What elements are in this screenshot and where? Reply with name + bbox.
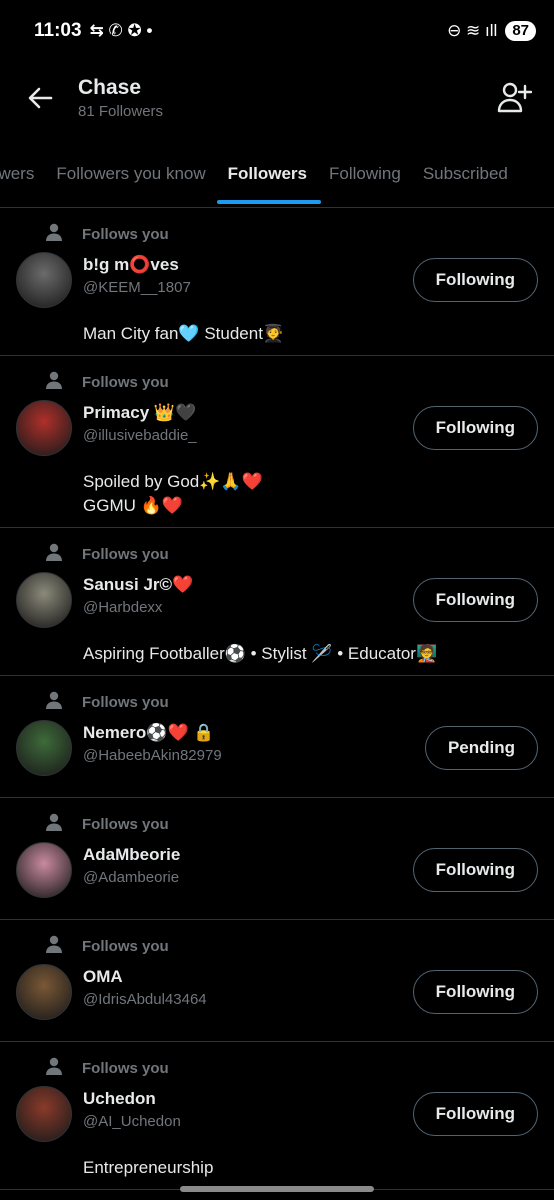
follows-you-indicator: Follows you <box>44 690 538 715</box>
follows-you-label: Follows you <box>82 1059 169 1077</box>
following-button[interactable]: Following <box>412 578 538 622</box>
tab-following[interactable]: Following <box>318 142 412 206</box>
follower-row[interactable]: Follows you b!g m⭕ves @KEEM__1807 Man City … <box>0 208 554 356</box>
user-bio: Spoiled by God✨🙏❤️ GGMU 🔥❤️ <box>83 472 263 515</box>
page-title: Chase <box>78 76 142 99</box>
notification-icons: ⇆ ✆ ✪ • <box>89 21 153 40</box>
follower-count: 81 Followers <box>78 103 164 120</box>
avatar[interactable] <box>16 842 72 898</box>
avatar[interactable] <box>16 572 72 628</box>
avatar[interactable] <box>16 1086 72 1142</box>
avatar[interactable] <box>16 964 72 1020</box>
tab-bar: owers Followers you know Followers Follo… <box>0 142 554 208</box>
follows-you-label: Follows you <box>82 937 169 955</box>
follower-row[interactable]: Follows you OMA @IdrisAbdul43464 Following <box>0 920 554 1042</box>
tab-followers-partial[interactable]: owers <box>0 142 45 206</box>
follows-you-label: Follows you <box>82 373 169 391</box>
person-icon <box>44 370 64 395</box>
back-arrow-icon[interactable] <box>20 78 60 118</box>
add-user-icon[interactable] <box>492 76 536 120</box>
person-icon <box>44 812 64 837</box>
user-bio: Man City fan🩵 Student🧑‍🎓 <box>83 324 285 343</box>
profile-header: Chase 81 Followers <box>0 62 554 134</box>
follower-row[interactable]: Follows you Primacy 👑🖤 @illusivebaddie_ Spo… <box>0 356 554 528</box>
follows-you-label: Follows you <box>82 693 169 711</box>
following-button[interactable]: Following <box>412 970 538 1014</box>
follows-you-indicator: Follows you <box>44 1056 538 1081</box>
tab-followers[interactable]: Followers <box>216 142 322 206</box>
tab-followers-you-know[interactable]: Followers you know <box>45 142 216 206</box>
following-button[interactable]: Following <box>412 1092 538 1136</box>
person-icon <box>44 542 64 567</box>
follower-list: Follows you b!g m⭕ves @KEEM__1807 Man City … <box>0 208 554 1190</box>
person-icon <box>44 1056 64 1081</box>
avatar[interactable] <box>16 720 72 776</box>
follower-row[interactable]: Follows you AdaMbeorie @Adambeorie Followin… <box>0 798 554 920</box>
system-icons: ⊖ ≋ ıll <box>447 21 498 40</box>
user-bio: Aspiring Footballer⚽ • Stylist 🪡 • Educa… <box>83 644 438 663</box>
follower-row[interactable]: Follows you Uchedon @AI_Uchedon Entrepreneu… <box>0 1042 554 1190</box>
clock: 11:03 <box>34 20 82 41</box>
follows-you-label: Follows you <box>82 545 169 563</box>
status-bar: 11:03 ⇆ ✆ ✪ • ⊖ ≋ ıll 87 <box>0 0 554 62</box>
person-icon <box>44 222 64 247</box>
person-icon <box>44 934 64 959</box>
following-button[interactable]: Following <box>412 848 538 892</box>
avatar[interactable] <box>16 400 72 456</box>
follower-row[interactable]: Follows you Sanusi Jr©❤️ @Harbdexx Aspiring… <box>0 528 554 676</box>
tab-subscribed[interactable]: Subscribed <box>412 142 519 206</box>
follows-you-indicator: Follows you <box>44 222 538 247</box>
follows-you-indicator: Follows you <box>44 542 538 567</box>
follows-you-label: Follows you <box>82 815 169 833</box>
home-indicator[interactable] <box>180 1186 374 1192</box>
battery-indicator: 87 <box>505 21 536 41</box>
following-button[interactable]: Following <box>412 258 538 302</box>
follower-row[interactable]: Follows you Nemero⚽❤️ 🔒 @HabeebAkin82979 Pe… <box>0 676 554 798</box>
follows-you-label: Follows you <box>82 225 169 243</box>
follows-you-indicator: Follows you <box>44 370 538 395</box>
follows-you-indicator: Follows you <box>44 812 538 837</box>
follows-you-indicator: Follows you <box>44 934 538 959</box>
avatar[interactable] <box>16 252 72 308</box>
person-icon <box>44 690 64 715</box>
user-bio: Entrepreneurship <box>83 1158 214 1177</box>
pending-button[interactable]: Pending <box>424 726 538 770</box>
following-button[interactable]: Following <box>412 406 538 450</box>
